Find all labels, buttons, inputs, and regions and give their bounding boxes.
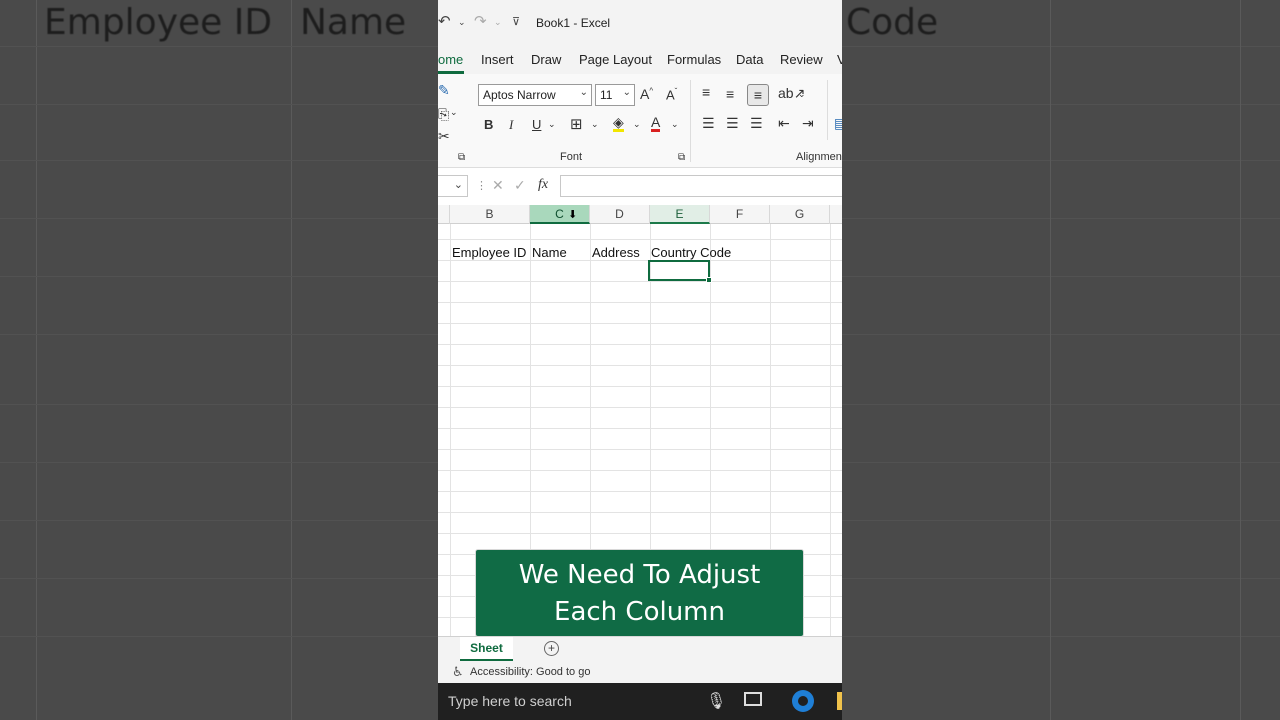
increase-indent-icon[interactable]: ⇥ bbox=[802, 115, 814, 132]
align-middle-icon[interactable]: ≡ bbox=[726, 86, 734, 102]
cell-e-country-code[interactable]: Country Code bbox=[651, 245, 731, 260]
align-top-icon[interactable]: ≡ bbox=[702, 84, 710, 100]
tab-review[interactable]: Review bbox=[780, 52, 823, 67]
underline-button[interactable]: U bbox=[532, 117, 541, 132]
chevron-down-icon: ⌄ bbox=[453, 179, 463, 191]
file-explorer-icon[interactable] bbox=[837, 692, 842, 710]
tab-data[interactable]: Data bbox=[736, 52, 763, 67]
decrease-indent-icon[interactable]: ⇤ bbox=[778, 115, 790, 132]
bg-text-name: Name bbox=[300, 2, 407, 43]
column-header-g[interactable]: G bbox=[770, 205, 830, 224]
tab-view[interactable]: V bbox=[837, 52, 842, 67]
ribbon-divider bbox=[690, 80, 691, 162]
cancel-icon[interactable]: ✕ bbox=[492, 177, 504, 194]
formula-input[interactable] bbox=[560, 175, 842, 197]
column-header-a[interactable] bbox=[438, 205, 450, 224]
font-color-dropdown-icon[interactable]: ⌄ bbox=[671, 119, 679, 130]
font-launcher-icon[interactable]: ⧉ bbox=[678, 152, 685, 163]
wrap-text-icon[interactable]: ▤ bbox=[834, 115, 842, 132]
add-sheet-icon[interactable]: + bbox=[544, 641, 559, 656]
chevron-down-icon: ⌄ bbox=[579, 87, 588, 98]
tab-formulas[interactable]: Formulas bbox=[667, 52, 721, 67]
italic-button[interactable]: I bbox=[509, 117, 513, 133]
insert-function-icon[interactable]: fx bbox=[538, 177, 548, 193]
orientation-dropdown-icon[interactable]: ⌄ bbox=[798, 89, 806, 100]
borders-dropdown-icon[interactable]: ⌄ bbox=[591, 119, 599, 130]
tab-home[interactable]: ome bbox=[438, 52, 463, 67]
edge-browser-icon[interactable] bbox=[792, 690, 814, 712]
tab-page-layout[interactable]: Page Layout bbox=[579, 52, 652, 67]
paste-format-icon[interactable]: ✂ bbox=[438, 128, 450, 145]
column-header-f[interactable]: F bbox=[710, 205, 770, 224]
copy-icon[interactable]: ⎘ bbox=[438, 106, 449, 123]
font-size-select[interactable]: 11 ⌄ bbox=[595, 84, 635, 106]
align-bottom-icon[interactable]: ≡ bbox=[747, 84, 769, 106]
font-group-label: Font bbox=[560, 151, 583, 163]
align-right-icon[interactable]: ☰ bbox=[750, 115, 763, 132]
taskbar-search[interactable]: Type here to search bbox=[448, 693, 572, 709]
column-header-c-label: C bbox=[555, 207, 564, 221]
column-headers: B C ⬇ D E F G bbox=[438, 205, 842, 224]
bold-button[interactable]: B bbox=[484, 117, 493, 132]
chevron-down-icon: ⌄ bbox=[622, 87, 631, 98]
font-name-value: Aptos Narrow bbox=[483, 88, 556, 102]
redo-icon[interactable]: ↷ bbox=[474, 12, 487, 30]
increase-font-size-button[interactable]: A^ bbox=[640, 86, 653, 102]
cell-b-employee-id[interactable]: Employee ID bbox=[452, 245, 526, 260]
cell-c-name[interactable]: Name bbox=[532, 245, 567, 260]
bg-text-employee-id: Employee ID bbox=[44, 2, 273, 43]
ribbon-divider bbox=[827, 80, 828, 140]
fill-color-icon[interactable]: ◈ bbox=[613, 115, 624, 132]
bg-text-code: Code bbox=[846, 2, 939, 43]
underline-dropdown-icon[interactable]: ⌄ bbox=[548, 119, 556, 130]
column-header-e[interactable]: E bbox=[650, 205, 710, 224]
sheet-tab[interactable]: Sheet bbox=[460, 637, 513, 661]
alignment-group-label: Alignmen bbox=[796, 151, 842, 163]
name-box[interactable]: ⌄ bbox=[438, 175, 468, 197]
window-title: Book1 - Excel bbox=[536, 16, 611, 30]
align-left-icon[interactable]: ☰ bbox=[702, 115, 715, 132]
column-header-b[interactable]: B bbox=[450, 205, 530, 224]
fill-color-dropdown-icon[interactable]: ⌄ bbox=[633, 119, 641, 130]
windows-taskbar: Type here to search 🎙 bbox=[438, 683, 842, 720]
decrease-font-size-button[interactable]: Aˇ bbox=[666, 87, 677, 102]
font-name-select[interactable]: Aptos Narrow ⌄ bbox=[478, 84, 592, 106]
sheet-tab-bar: Sheet + bbox=[438, 636, 842, 661]
accessibility-status[interactable]: Accessibility: Good to go bbox=[470, 666, 590, 678]
undo-dropdown-icon[interactable]: ⌄ bbox=[458, 17, 466, 28]
font-color-icon[interactable]: A bbox=[651, 115, 661, 132]
caption-overlay: We Need To Adjust Each Column bbox=[475, 549, 804, 637]
clipboard-launcher-icon[interactable]: ⧉ bbox=[458, 152, 465, 163]
title-bar: ↶ ⌄ ↷ ⌄ ⊽ Book1 - Excel bbox=[438, 0, 842, 44]
accessibility-icon: ♿ bbox=[452, 664, 464, 679]
formula-bar: ⌄ ⋮ ✕ ✓ fx bbox=[438, 172, 842, 202]
tab-draw[interactable]: Draw bbox=[531, 52, 561, 67]
enter-check-icon[interactable]: ✓ bbox=[514, 177, 526, 194]
status-bar: ♿ Accessibility: Good to go bbox=[438, 661, 842, 683]
column-header-c[interactable]: C ⬇ bbox=[530, 205, 590, 224]
customize-toolbar-icon[interactable]: ⊽ bbox=[512, 15, 520, 28]
task-view-icon[interactable] bbox=[744, 692, 762, 706]
column-header-d[interactable]: D bbox=[590, 205, 650, 224]
caption-line-1: We Need To Adjust bbox=[518, 560, 761, 590]
format-painter-icon[interactable]: ✎ bbox=[438, 82, 450, 99]
ribbon-tabs: ome Insert Draw Page Layout Formulas Dat… bbox=[438, 44, 842, 74]
cursor-arrow-icon: ⬇ bbox=[568, 209, 578, 221]
undo-icon[interactable]: ↶ bbox=[438, 12, 451, 30]
caption-line-2: Each Column bbox=[554, 597, 725, 627]
cell-d-address[interactable]: Address bbox=[592, 245, 640, 260]
font-size-value: 11 bbox=[600, 88, 613, 102]
copy-dropdown-icon[interactable]: ⌄ bbox=[450, 107, 458, 118]
ribbon: ✎ ⎘ ⌄ ✂ ⧉ Aptos Narrow ⌄ 11 ⌄ A^ Aˇ B I … bbox=[438, 74, 842, 168]
fill-handle[interactable] bbox=[706, 277, 712, 283]
align-center-icon[interactable]: ☰ bbox=[726, 115, 739, 132]
tab-insert[interactable]: Insert bbox=[481, 52, 514, 67]
microphone-icon[interactable]: 🎙 bbox=[706, 691, 726, 711]
redo-dropdown-icon[interactable]: ⌄ bbox=[494, 17, 502, 28]
selected-cell[interactable] bbox=[648, 260, 712, 283]
more-options-icon[interactable]: ⋮ bbox=[476, 179, 487, 192]
borders-icon[interactable]: ⊞ bbox=[570, 115, 583, 133]
